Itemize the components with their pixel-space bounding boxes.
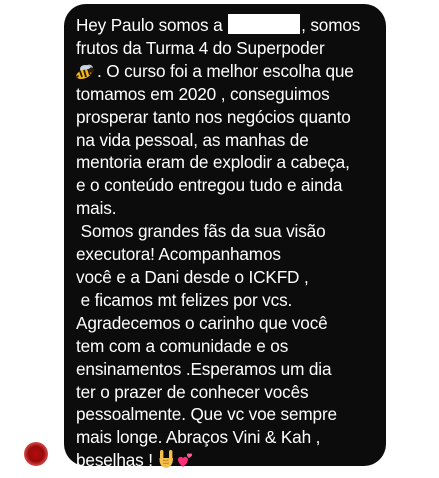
sign-of-horns-emoji-icon <box>159 450 174 469</box>
message-bubble[interactable]: Hey Paulo somos a , somos frutos da Turm… <box>64 4 386 470</box>
message-line: prosperar tanto nos negócios quanto <box>76 106 351 127</box>
message-line: tomamos em 2020 , conseguimos <box>76 83 330 104</box>
message-line: Agradecemos o carinho que você <box>76 312 328 333</box>
message-line: tem com a comunidade e os <box>76 335 289 356</box>
message-line: e ficamos mt felizes por vcs. <box>76 289 293 310</box>
message-line: pessoalmente. Que vc voe sempre <box>76 404 337 425</box>
revolving-hearts-emoji-icon <box>178 453 193 468</box>
redacted-name-block <box>228 14 301 34</box>
message-line: ensinamentos .Esperamos um dia <box>76 358 332 379</box>
message-line: você e a Dani desde o ICKFD , <box>76 266 309 287</box>
message-line: na vida pessoal, as manhas de <box>76 129 309 150</box>
message-line: beselhas ! <box>76 449 376 472</box>
message-line: e o conteúdo entregou tudo e ainda <box>76 175 343 196</box>
message-line: executora! Acompanhamos <box>76 244 281 265</box>
message-line: mais. <box>76 198 117 219</box>
message-line: . O curso foi a melhor escolha que <box>75 60 376 83</box>
message-line: Somos grandes fãs da sua visão <box>76 221 326 242</box>
sender-avatar[interactable] <box>24 442 48 466</box>
bee-emoji-icon <box>75 64 95 79</box>
message-line: frutos da Turma 4 do Superpoder <box>76 37 325 58</box>
message-line: Hey Paulo somos a , somos <box>76 14 361 35</box>
message-line: ter o prazer de conhecer vocês <box>76 381 309 402</box>
message-line: mentoria eram de explodir a cabeça, <box>76 152 350 173</box>
message-line: mais longe. Abraços Vini & Kah , <box>76 427 321 448</box>
